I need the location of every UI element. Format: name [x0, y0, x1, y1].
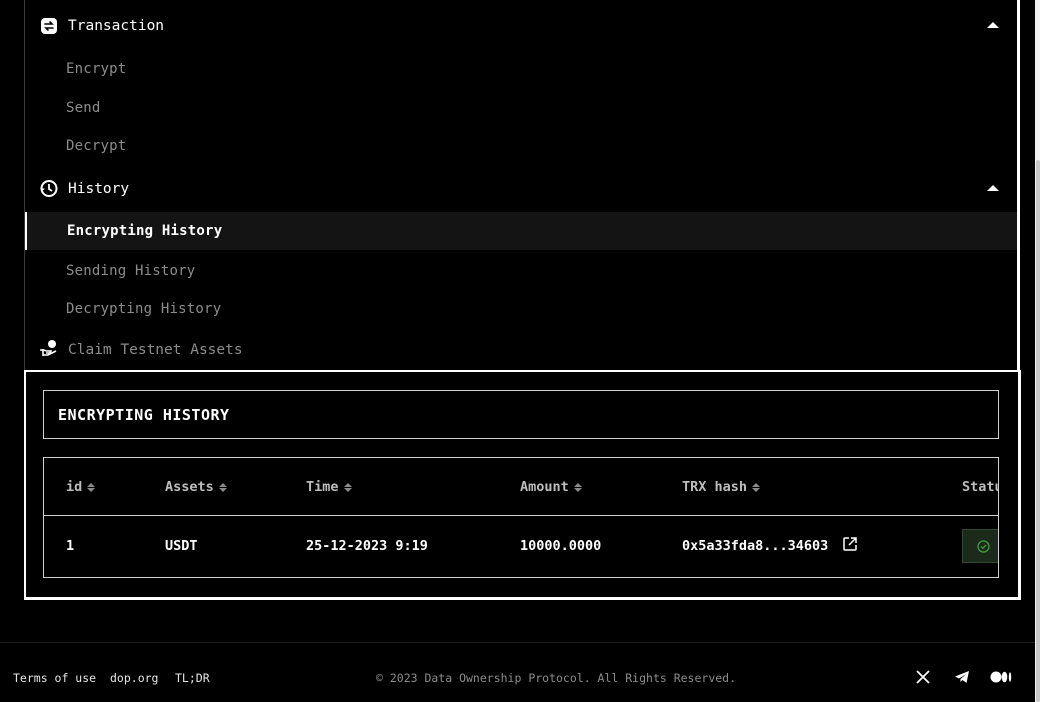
cell-time: 25-12-2023 9:19: [306, 538, 428, 554]
page-title: ENCRYPTING HISTORY: [58, 406, 230, 424]
column-label: Statu: [962, 479, 999, 495]
cell-id: 1: [66, 538, 75, 554]
column-label: Assets: [165, 479, 214, 495]
cell-hash: 0x5a33fda8...34603: [682, 536, 858, 556]
history-table: id Assets Time Amount TRX hash Statu 1 U…: [43, 457, 999, 578]
cell-amount: 10000.0000: [520, 538, 602, 554]
external-link-icon[interactable]: [842, 536, 858, 556]
menu-group-history[interactable]: History: [39, 179, 129, 198]
column-label: Time: [306, 479, 339, 495]
sort-icon: [218, 482, 227, 492]
chevron-up-icon[interactable]: [987, 185, 999, 191]
history-icon: [39, 179, 58, 198]
sidebar-menu: Transaction Encrypt Send Decrypt History…: [24, 0, 1020, 372]
menu-group-transaction[interactable]: Transaction: [39, 16, 164, 35]
x-icon[interactable]: [912, 667, 934, 687]
cell-asset: USDT: [165, 538, 198, 554]
menu-item-label: Encrypting History: [67, 223, 223, 239]
menu-item-decrypting-history[interactable]: Decrypting History: [66, 301, 221, 317]
hand-coin-icon: [39, 339, 59, 361]
column-header-amount[interactable]: Amount: [520, 479, 582, 495]
column-label: Amount: [520, 479, 569, 495]
check-circle-icon: [977, 539, 990, 553]
footer-link-tldr[interactable]: TL;DR: [175, 671, 210, 685]
hash-text: 0x5a33fda8...34603: [682, 538, 829, 554]
column-header-id[interactable]: id: [66, 479, 96, 495]
chevron-up-icon[interactable]: [987, 22, 999, 28]
scrollbar-thumb[interactable]: [1036, 160, 1040, 702]
menu-item-encrypt[interactable]: Encrypt: [66, 61, 126, 77]
footer-link-terms[interactable]: Terms of use: [13, 671, 96, 685]
menu-group-label: Transaction: [68, 17, 165, 34]
sort-icon: [752, 482, 761, 492]
menu-item-encrypting-history[interactable]: Encrypting History: [25, 212, 1017, 250]
sort-icon: [87, 482, 96, 492]
column-header-status[interactable]: Statu: [962, 479, 999, 495]
column-label: id: [66, 479, 83, 495]
column-label: TRX hash: [682, 479, 748, 495]
menu-group-label: History: [68, 180, 130, 197]
column-header-trx-hash[interactable]: TRX hash: [682, 479, 761, 495]
history-card: ENCRYPTING HISTORY id Assets Time Amount…: [24, 370, 1021, 600]
sort-icon: [343, 482, 352, 492]
menu-item-claim-testnet[interactable]: Claim Testnet Assets: [39, 339, 243, 361]
menu-item-decrypt[interactable]: Decrypt: [66, 138, 126, 154]
status-badge: [962, 529, 998, 563]
sort-icon: [573, 482, 582, 492]
menu-item-sending-history[interactable]: Sending History: [66, 263, 195, 279]
column-header-assets[interactable]: Assets: [165, 479, 227, 495]
footer-link-dop[interactable]: dop.org: [110, 671, 158, 685]
column-header-time[interactable]: Time: [306, 479, 352, 495]
claim-label: Claim Testnet Assets: [68, 342, 243, 358]
copyright-text: © 2023 Data Ownership Protocol. All Righ…: [376, 671, 737, 685]
title-box: ENCRYPTING HISTORY: [43, 390, 999, 439]
menu-item-send[interactable]: Send: [66, 100, 101, 116]
medium-icon[interactable]: [990, 667, 1012, 687]
telegram-icon[interactable]: [951, 667, 973, 687]
table-header: id Assets Time Amount TRX hash Statu: [44, 458, 998, 516]
transaction-icon: [39, 16, 58, 35]
footer: Terms of use dop.org TL;DR © 2023 Data O…: [0, 642, 1035, 702]
